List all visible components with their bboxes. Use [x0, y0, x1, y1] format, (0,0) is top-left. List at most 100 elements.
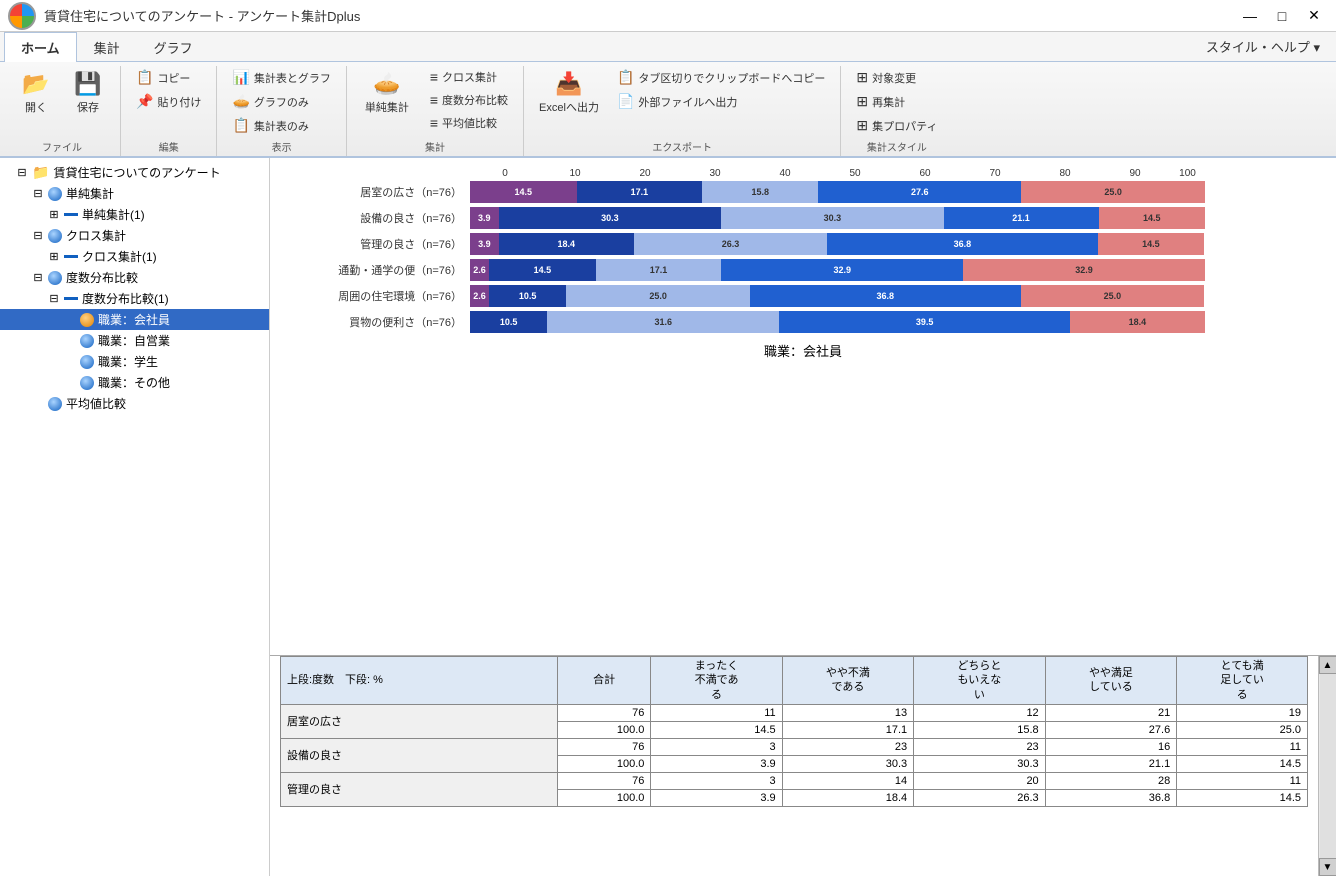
cell-1-1-count: 11	[651, 704, 782, 721]
aggregate-properties-button[interactable]: ⊞ 集プロパティ	[849, 114, 944, 137]
cell-1-2-pct: 17.1	[782, 721, 914, 738]
copy-button[interactable]: 📋 コピー	[129, 66, 208, 89]
seg-1-5: 25.0	[1021, 181, 1205, 203]
tree-avg[interactable]: 平均値比較	[0, 393, 269, 414]
tab-aggregate[interactable]: 集計	[77, 32, 137, 62]
tree-cross1-label: クロス集計(1)	[82, 248, 157, 265]
save-button[interactable]: 💾 保存	[64, 66, 112, 120]
seg-1-1: 14.5	[470, 181, 577, 203]
axis-40: 40	[750, 168, 820, 179]
bar-label-4: 通勤・通学の便（n=76）	[290, 262, 470, 278]
paste-button[interactable]: 📌 貼り付け	[129, 90, 208, 113]
scroll-down-button[interactable]: ▼	[1319, 858, 1336, 876]
tree-cross[interactable]: ⊟ クロス集計	[0, 225, 269, 246]
tree-company[interactable]: 職業：会社員	[0, 309, 269, 330]
chart-container[interactable]: 0 10 20 30 40 50 60 70 80 90 100 居室の広さ（n…	[270, 158, 1336, 655]
seg-6-5: 18.4	[1070, 311, 1205, 333]
cell-3-total-pct: 100.0	[557, 789, 651, 806]
expand-freq-icon: ⊟	[32, 271, 44, 284]
cell-2-4-pct: 21.1	[1045, 755, 1177, 772]
simple-aggregate-button[interactable]: 🥧 単純集計	[355, 66, 419, 120]
table-graph-button[interactable]: 📊 集計表とグラフ	[225, 66, 337, 89]
style-help-menu[interactable]: スタイル・ヘルプ ▾	[1194, 32, 1332, 61]
seg-4-1: 2.6	[470, 259, 489, 281]
ribbon-tabs: ホーム 集計 グラフ スタイル・ヘルプ ▾	[0, 32, 1336, 62]
excel-export-button[interactable]: 📥 Excelへ出力	[532, 66, 606, 120]
tree-avg-label: 平均値比較	[66, 395, 126, 412]
bar-track-1: 14.5 17.1 15.8 27.6 25.0	[470, 181, 1205, 203]
table-row-3: 管理の良さ 76 3 14 20 28 11	[281, 772, 1308, 789]
table-row-2: 設備の良さ 76 3 23 23 16 11	[281, 738, 1308, 755]
seg-4-2: 14.5	[489, 259, 596, 281]
file-group-label: ファイル	[12, 139, 112, 154]
tree-freq-label: 度数分布比較	[66, 269, 138, 286]
seg-5-4: 36.8	[750, 285, 1020, 307]
external-file-button[interactable]: 📄 外部ファイルへ出力	[610, 90, 832, 113]
expand-freq1-icon: ⊟	[48, 292, 60, 305]
expand-root-icon: ⊟	[16, 166, 28, 179]
table-graph-icon: 📊	[232, 69, 249, 86]
cell-1-2-count: 13	[782, 704, 914, 721]
re-aggregate-button[interactable]: ⊞ 再集計	[849, 90, 944, 113]
target-change-button[interactable]: ⊞ 対象変更	[849, 66, 944, 89]
tree-root[interactable]: ⊟ 📁 賃貸住宅についてのアンケート	[0, 162, 269, 183]
axis-0: 0	[470, 168, 540, 179]
style-group-label: 集計スタイル	[849, 139, 944, 154]
external-file-icon: 📄	[617, 93, 634, 110]
title-bar: 賃貸住宅についてのアンケート - アンケート集計Dplus — □ ✕	[0, 0, 1336, 32]
graph-only-button[interactable]: 🥧 グラフのみ	[225, 90, 337, 113]
minimize-button[interactable]: —	[1236, 5, 1264, 27]
open-button[interactable]: 📂 開く	[12, 66, 60, 120]
tree-simple1[interactable]: ⊞ 単純集計(1)	[0, 204, 269, 225]
ribbon: ホーム 集計 グラフ スタイル・ヘルプ ▾ 📂 開く 💾 保存 ファイル	[0, 32, 1336, 158]
save-icon: 💾	[74, 71, 101, 97]
ball-freq	[48, 271, 62, 285]
ribbon-group-aggregate: 🥧 単純集計 ≡ クロス集計 ≡ 度数分布比較 ≡ 平均値比較	[347, 66, 524, 156]
cross-aggregate-button[interactable]: ≡ クロス集計	[423, 66, 515, 88]
table-container[interactable]: 上段:度数 下段: % 合計 まったく不満である やや不満である どちらともいえ…	[280, 656, 1308, 876]
clipboard-icon: 📋	[617, 69, 634, 86]
tree-cross1[interactable]: ⊞ クロス集計(1)	[0, 246, 269, 267]
expand-cross1-icon: ⊞	[48, 250, 60, 263]
cell-3-4-count: 28	[1045, 772, 1177, 789]
close-button[interactable]: ✕	[1300, 5, 1328, 27]
aggregate-group-label: 集計	[355, 139, 515, 154]
tree-self[interactable]: 職業：自営業	[0, 330, 269, 351]
cell-3-2-count: 14	[782, 772, 914, 789]
seg-6-4: 39.5	[779, 311, 1069, 333]
seg-2-1: 3.9	[470, 207, 499, 229]
tree-student[interactable]: 職業：学生	[0, 351, 269, 372]
avg-compare-button[interactable]: ≡ 平均値比較	[423, 112, 515, 134]
cell-1-3-count: 12	[914, 704, 1046, 721]
tree-freq[interactable]: ⊟ 度数分布比較	[0, 267, 269, 288]
tab-graph[interactable]: グラフ	[137, 32, 210, 62]
excel-icon: 📥	[555, 71, 582, 97]
ball-student	[80, 355, 94, 369]
tree-freq1[interactable]: ⊟ 度数分布比較(1)	[0, 288, 269, 309]
scroll-up-button[interactable]: ▲	[1319, 656, 1336, 674]
tab-home[interactable]: ホーム	[4, 32, 77, 62]
scrollbar[interactable]: ▲ ▼	[1318, 656, 1336, 876]
ball-avg	[48, 397, 62, 411]
seg-3-5: 14.5	[1098, 233, 1205, 255]
freq-dist-button[interactable]: ≡ 度数分布比較	[423, 89, 515, 111]
edit-col: 📋 コピー 📌 貼り付け	[129, 66, 208, 113]
tree-simple[interactable]: ⊟ 単純集計	[0, 183, 269, 204]
file-buttons: 📂 開く 💾 保存	[12, 66, 112, 137]
dash-simple1	[64, 213, 78, 216]
cell-3-3-count: 20	[914, 772, 1046, 789]
bar-row-5: 周囲の住宅環境（n=76） 2.6 10.5 25.0 36.8 25.0	[290, 285, 1316, 307]
sidebar: ⊟ 📁 賃貸住宅についてのアンケート ⊟ 単純集計 ⊞ 単純集計(1) ⊟ クロ…	[0, 158, 270, 876]
maximize-button[interactable]: □	[1268, 5, 1296, 27]
cell-3-3-pct: 26.3	[914, 789, 1046, 806]
seg-2-3: 30.3	[721, 207, 943, 229]
target-icon: ⊞	[856, 69, 868, 86]
ribbon-group-view: 📊 集計表とグラフ 🥧 グラフのみ 📋 集計表のみ 表示	[217, 66, 346, 156]
cell-2-4-count: 16	[1045, 738, 1177, 755]
clipboard-copy-button[interactable]: 📋 タブ区切りでクリップボードへコピー	[610, 66, 832, 89]
table-only-button[interactable]: 📋 集計表のみ	[225, 114, 337, 137]
bar-row-6: 買物の便利さ（n=76） 10.5 31.6 39.5 18.4	[290, 311, 1316, 333]
tree-other[interactable]: 職業：その他	[0, 372, 269, 393]
scroll-track[interactable]	[1320, 674, 1336, 858]
window-title: 賃貸住宅についてのアンケート - アンケート集計Dplus	[44, 6, 360, 25]
